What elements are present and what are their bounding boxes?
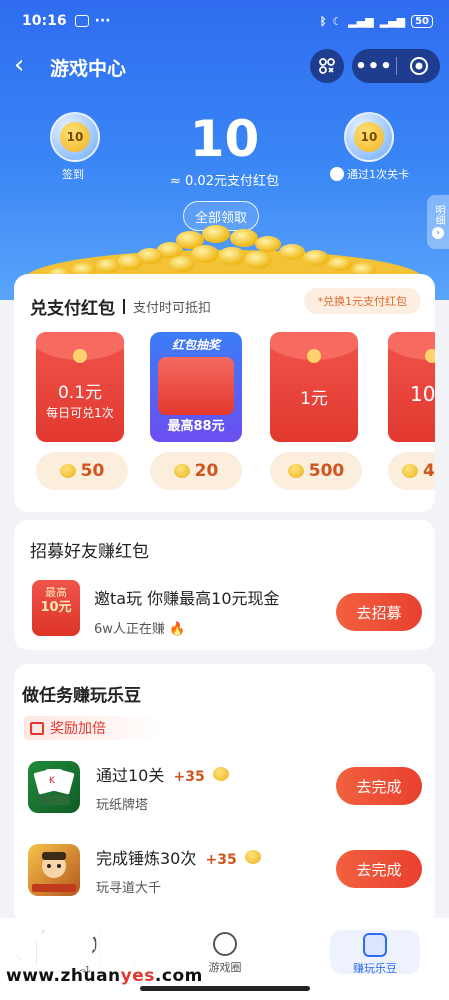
chat-bubble-icon	[213, 932, 237, 956]
invite-main-text: 邀ta玩 你赚最高10元现金	[94, 589, 280, 608]
invite-envelope-icon: 最高 10元	[32, 580, 80, 636]
redeem-card: 兑支付红包 支付时可抵扣 *兑换1元支付红包 0.1元 每日可兑1次 50 红包…	[14, 274, 435, 512]
complete-task-button[interactable]: 去完成	[336, 767, 422, 805]
reward-item[interactable]: 1元 500	[270, 332, 362, 490]
bean-icon	[173, 464, 190, 478]
lottery-title: 红包抽奖	[171, 338, 220, 352]
task-reward: +35	[205, 852, 237, 868]
bean-icon	[402, 464, 418, 478]
bean-icon	[59, 464, 76, 478]
bean-icon	[287, 464, 304, 478]
redeem-header: 兑支付红包 支付时可抵扣	[30, 294, 211, 319]
more-menu-button[interactable]: •••	[352, 56, 396, 77]
lottery-amount: 最高88元	[167, 419, 225, 434]
task-name: 通过10关	[96, 766, 165, 785]
task-name: 完成锤炼30次	[96, 849, 197, 868]
reward-amount: 1元	[300, 389, 328, 409]
watermark-url: www.zhuanyes.com	[6, 966, 203, 986]
reward-amount: 0.1元	[57, 383, 103, 403]
invite-title: 招募好友赚红包	[30, 542, 149, 562]
tab-earn-beans-label: 赚玩乐豆	[353, 962, 397, 975]
tab-earn-beans[interactable]: 赚玩乐豆	[330, 930, 420, 975]
watermark: 好赚网 www.zhuanyes.com	[0, 912, 203, 992]
red-envelope-icon: 0.1元 每日可兑1次	[36, 332, 124, 442]
gift-icon	[30, 721, 44, 735]
reward-item[interactable]: 0.1元 每日可兑1次 50	[36, 332, 128, 490]
tasks-card: 做任务赚玩乐豆 奖励加倍 K 通过10关 +35 玩纸牌塔 去完成 完成锤炼30…	[14, 664, 435, 924]
red-envelope-icon: 1元	[270, 332, 358, 442]
home-indicator[interactable]	[140, 986, 310, 991]
reward-item[interactable]: 10 42	[388, 332, 435, 490]
nav-bar: ‹ 游戏中心 •••	[0, 46, 449, 86]
invite-icon-amount: 10元	[40, 600, 72, 615]
moon-icon: ☾	[332, 14, 343, 28]
double-reward-label: 奖励加倍	[50, 721, 106, 737]
cost-value: 20	[194, 461, 219, 481]
task-game: 玩寻道大千	[96, 881, 162, 896]
complete-task-button[interactable]: 去完成	[336, 850, 422, 888]
watermark-url-part: www.zhuan	[6, 966, 121, 986]
task-game: 玩纸牌塔	[96, 798, 149, 813]
bean-balance: 10	[189, 110, 260, 168]
tasks-title: 做任务赚玩乐豆	[22, 686, 141, 706]
solitaire-game-icon: K	[28, 761, 80, 813]
target-icon	[409, 57, 428, 75]
watermark-url-highlight: yes	[120, 966, 155, 986]
invite-icon-top: 最高	[45, 586, 67, 599]
redeem-title: 兑支付红包	[30, 299, 115, 319]
redeem-cost-button[interactable]: 50	[36, 452, 128, 490]
signal-icon-2: ▂▄▆	[379, 14, 406, 28]
battery-icon: 50	[411, 14, 433, 28]
red-envelope-icon: 10	[388, 332, 435, 442]
cost-value: 50	[80, 461, 105, 481]
task-name-row: 通过10关 +35	[96, 762, 234, 786]
earn-icon	[363, 933, 387, 957]
coin-pile-decoration	[24, 225, 424, 282]
redeem-cost-button[interactable]: 42	[388, 452, 435, 490]
invite-sub-text: 6w人正在赚	[94, 622, 165, 637]
bluetooth-icon: ᛒ	[319, 14, 327, 28]
close-miniapp-button[interactable]	[397, 56, 440, 76]
miniapp-capsule: •••	[352, 49, 440, 83]
notification-icon	[74, 15, 89, 27]
signal-icon: ▂▄▆	[348, 14, 374, 28]
more-status-dots: ···	[94, 13, 111, 29]
recruit-button[interactable]: 去招募	[336, 593, 422, 631]
task-name-row: 完成锤炼30次 +35	[96, 845, 266, 869]
task-reward: +35	[173, 769, 205, 785]
double-reward-badge: 奖励加倍	[24, 716, 164, 740]
status-time: 10:16	[22, 13, 67, 29]
title-divider	[123, 299, 125, 314]
reward-item-lottery[interactable]: 红包抽奖 最高88元 20	[150, 332, 242, 490]
reward-desc: 每日可兑1次	[46, 406, 114, 420]
scan-icon	[319, 58, 335, 74]
balance-equivalent: ≈ 0.02元支付红包	[170, 174, 279, 189]
bean-icon	[244, 850, 261, 864]
redeem-tag: *兑换1元支付红包	[303, 288, 421, 314]
redeem-cost-button[interactable]: 500	[270, 452, 362, 490]
tab-game-circle-label: 游戏圈	[208, 961, 242, 974]
back-arrow-icon[interactable]: ‹	[14, 52, 24, 78]
invite-sub-row: 6w人正在赚 🔥	[94, 618, 185, 637]
watermark-url-part: .com	[154, 966, 203, 986]
redeem-subtitle: 支付时可抵扣	[133, 301, 212, 316]
lottery-envelope-icon: 红包抽奖 最高88元	[150, 332, 242, 442]
reward-amount: 10	[410, 382, 435, 406]
fire-icon: 🔥	[169, 622, 186, 637]
cost-value: 500	[308, 461, 345, 481]
status-bar: 10:16 ··· ᛒ ☾ ▂▄▆ ▂▄▆ 50	[22, 10, 433, 32]
scan-button[interactable]	[310, 49, 344, 83]
redeem-cost-button[interactable]: 20	[150, 452, 242, 490]
cost-value: 42	[423, 461, 435, 481]
invite-card: 招募好友赚红包 最高 10元 邀ta玩 你赚最高10元现金 6w人正在赚 🔥 去…	[14, 520, 435, 650]
bean-icon	[212, 767, 229, 781]
page-title: 游戏中心	[50, 58, 127, 80]
xundao-game-icon	[28, 844, 80, 896]
